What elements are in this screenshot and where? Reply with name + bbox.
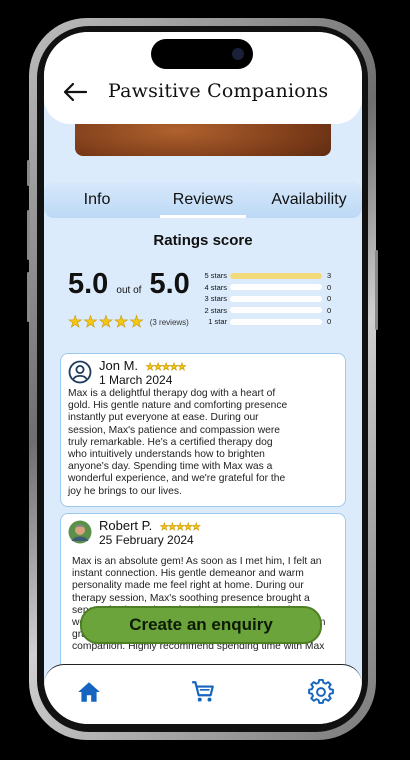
review-date: 1 March 2024 — [99, 373, 173, 387]
settings-icon[interactable] — [308, 679, 334, 705]
out-of-text: out of — [116, 285, 142, 296]
distribution-bar — [230, 307, 322, 314]
tab-reviews[interactable]: Reviews — [150, 182, 256, 218]
distribution-count: 0 — [327, 294, 332, 304]
reviewer-name: Jon M. — [99, 358, 139, 373]
distribution-label: 2 stars — [204, 305, 227, 315]
tab-availability[interactable]: Availability — [256, 182, 362, 218]
distribution-label: 4 stars — [204, 282, 227, 292]
distribution-row: 3 stars 0 — [200, 293, 334, 305]
power-button — [375, 250, 378, 330]
tab-bar: Info Reviews Availability — [44, 182, 362, 218]
distribution-label: 3 stars — [204, 294, 227, 304]
back-arrow-icon[interactable] — [62, 81, 88, 103]
score-max: 5.0 — [149, 268, 190, 300]
star-icon: ★ — [98, 314, 114, 332]
distribution-label: 1 star — [208, 317, 227, 327]
distribution-count: 3 — [327, 271, 332, 281]
distribution-count: 0 — [327, 305, 332, 315]
review-text: Max is a delightful therapy dog with a h… — [68, 388, 288, 497]
reviewer-name-row: Jon M. ★★★★★ — [99, 358, 187, 374]
distribution-bar — [230, 318, 322, 325]
distribution-row: 4 stars 0 — [200, 282, 334, 294]
distribution-count: 0 — [327, 317, 332, 327]
rating-distribution: 5 stars 3 4 stars 0 3 stars 0 2 stars 0 1 star 0 — [200, 270, 334, 328]
page-title: Pawsitive Companions — [108, 80, 329, 102]
star-icon: ★ — [114, 314, 129, 332]
review-stars: ★★★★★ — [145, 362, 186, 374]
distribution-label: 5 stars — [204, 271, 227, 281]
mute-switch — [27, 160, 30, 186]
app-screen: Info Reviews Availability Ratings score … — [44, 32, 362, 724]
star-icon: ★ — [129, 314, 144, 332]
distribution-bar — [230, 295, 322, 302]
home-icon[interactable] — [76, 679, 102, 705]
reviewer-photo — [68, 520, 92, 544]
distribution-row: 1 star 0 — [200, 316, 334, 328]
distribution-count: 0 — [327, 282, 332, 292]
score-value: 5.0 — [68, 268, 109, 300]
volume-down-button — [27, 272, 30, 322]
distribution-bar-fill — [230, 272, 322, 279]
reviews-count: (3 reviews) — [149, 317, 189, 327]
create-enquiry-button[interactable]: Create an enquiry — [80, 606, 322, 644]
star-icon: ★ — [68, 314, 83, 332]
average-stars: ★ ★ ★ ★ ★ (3 reviews) — [68, 312, 189, 332]
tab-info[interactable]: Info — [44, 182, 150, 218]
cart-icon[interactable] — [190, 679, 216, 705]
review-date: 25 February 2024 — [99, 533, 194, 547]
distribution-row: 5 stars 3 — [200, 270, 334, 282]
volume-up-button — [27, 210, 30, 260]
distribution-row: 2 stars 0 — [200, 305, 334, 317]
ratings-heading: Ratings score — [153, 232, 253, 249]
reviewer-name-row: Robert P. ★★★★★ — [99, 518, 201, 534]
reviewer-name: Robert P. — [99, 518, 153, 533]
bottom-nav — [44, 664, 362, 724]
dynamic-island — [151, 39, 253, 69]
star-icon: ★ — [83, 314, 98, 332]
review-card: Robert P. ★★★★★ 25 February 2024 Max is … — [60, 513, 346, 675]
user-avatar-icon — [68, 360, 92, 384]
distribution-bar — [230, 284, 322, 291]
review-stars: ★★★★★ — [159, 522, 201, 534]
distribution-bar — [230, 272, 322, 279]
review-card: Jon M. ★★★★★ 1 March 2024 Max is a delig… — [60, 353, 346, 507]
rating-score: 5.0 out of 5.0 — [68, 268, 190, 301]
